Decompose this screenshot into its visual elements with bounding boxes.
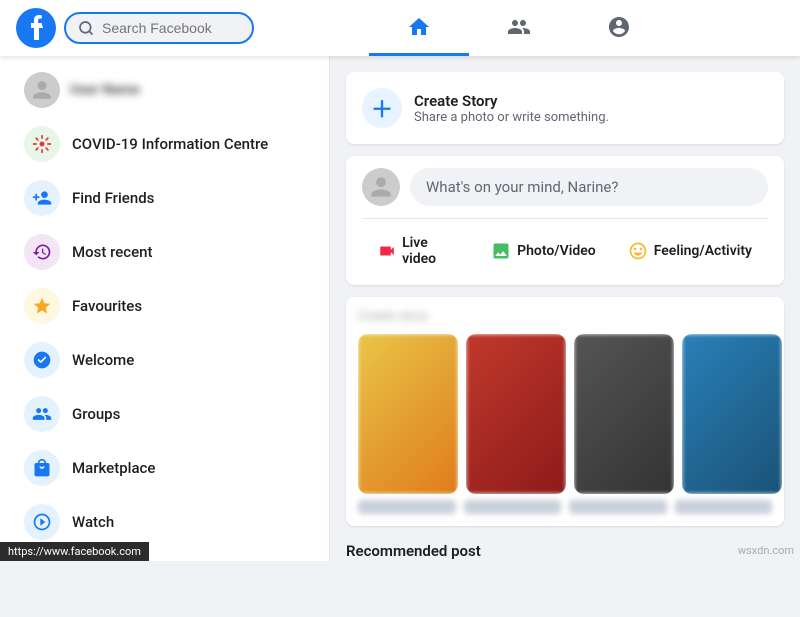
header [0,0,800,56]
sidebar-item-welcome-label: Welcome [72,351,134,369]
sidebar-item-watch-label: Watch [72,513,114,531]
groups-icon [24,396,60,432]
person-icon [31,79,53,101]
tab-home[interactable] [369,0,469,56]
url-bar: https://www.facebook.com [0,542,149,561]
covid-icon [24,126,60,162]
create-story-plus-icon: ＋ [362,88,402,128]
post-action-feeling-label: Feeling/Activity [654,243,752,259]
sidebar-item-most-recent-label: Most recent [72,243,152,261]
sidebar-item-marketplace-label: Marketplace [72,459,155,477]
sidebar-user-profile[interactable]: User Name [8,64,321,116]
search-input[interactable] [102,20,240,36]
stories-row [358,334,772,494]
header-nav [254,0,784,56]
sidebar-item-find-friends[interactable]: Find Friends [8,172,321,224]
friends-icon [507,15,531,39]
user-name-label: User Name [70,82,140,98]
sidebar-item-covid-label: COVID-19 Information Centre [72,135,268,153]
tab-groups-nav[interactable] [569,0,669,56]
post-actions: Live video Photo/Video Feeling/Activity [362,218,768,273]
create-story-text: Create Story Share a photo or write some… [414,92,609,125]
sidebar-item-groups-label: Groups [72,405,120,423]
sidebar-item-marketplace[interactable]: Marketplace [8,442,321,494]
marketplace-icon [24,450,60,486]
post-action-photo-video[interactable]: Photo/Video [475,229,612,273]
story-label-1 [358,500,456,514]
stories-section: Create story [346,297,784,526]
most-recent-icon [24,234,60,270]
post-input-fake[interactable]: What's on your mind, Narine? [410,168,768,206]
post-box: What's on your mind, Narine? Live video … [346,156,784,285]
find-friends-icon [24,180,60,216]
home-icon [407,15,431,39]
feeling-icon [628,241,648,261]
post-input-row: What's on your mind, Narine? [362,168,768,206]
sidebar-item-groups[interactable]: Groups [8,388,321,440]
tab-friends[interactable] [469,0,569,56]
layout: User Name COVID-19 Information Centre Fi… [0,56,800,561]
facebook-logo-icon[interactable] [16,8,56,48]
sidebar-item-welcome[interactable]: Welcome [8,334,321,386]
story-label-2 [464,500,562,514]
photo-video-icon [491,241,511,261]
create-story-subtitle: Share a photo or write something. [414,110,609,125]
sidebar-item-favourites[interactable]: Favourites [8,280,321,332]
sidebar-item-watch[interactable]: Watch [8,496,321,548]
create-story-title: Create Story [414,92,609,110]
sidebar-item-most-recent[interactable]: Most recent [8,226,321,278]
post-avatar [362,168,400,206]
sidebar: User Name COVID-19 Information Centre Fi… [0,56,330,561]
post-user-avatar-icon [369,175,393,199]
watch-icon [24,504,60,540]
story-card-1[interactable] [358,334,458,494]
favourites-icon [24,288,60,324]
create-story-card[interactable]: ＋ Create Story Share a photo or write so… [346,72,784,144]
header-left [16,8,254,48]
post-action-live-video-label: Live video [402,235,459,267]
recommended-post-label: Recommended post [346,538,784,561]
story-card-3[interactable] [574,334,674,494]
sidebar-item-covid[interactable]: COVID-19 Information Centre [8,118,321,170]
post-action-feeling[interactable]: Feeling/Activity [612,229,768,273]
search-icon [78,20,94,36]
story-label-4 [675,500,773,514]
story-labels-row [358,500,772,514]
sidebar-item-find-friends-label: Find Friends [72,189,154,207]
watermark: wsxdn.com [738,544,794,557]
groups-nav-icon [607,15,631,39]
post-action-live-video[interactable]: Live video [362,229,475,273]
sidebar-item-favourites-label: Favourites [72,297,142,315]
main-content: ＋ Create Story Share a photo or write so… [330,56,800,561]
welcome-icon [24,342,60,378]
post-action-photo-video-label: Photo/Video [517,243,596,259]
user-avatar [24,72,60,108]
live-video-icon [378,241,396,261]
story-card-4[interactable] [682,334,782,494]
stories-section-title: Create story [358,309,772,324]
search-box[interactable] [64,12,254,44]
story-label-3 [569,500,667,514]
story-card-2[interactable] [466,334,566,494]
